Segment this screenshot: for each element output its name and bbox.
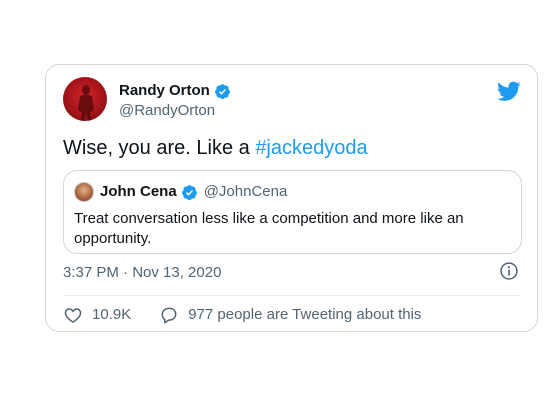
quoted-author-row: John Cena @JohnCena xyxy=(100,183,287,201)
like-count: 10.9K xyxy=(92,306,132,323)
info-icon[interactable] xyxy=(499,261,519,281)
divider xyxy=(63,295,520,296)
twitter-bird-icon[interactable] xyxy=(497,79,521,103)
like-action[interactable]: 10.9K xyxy=(63,305,131,325)
quoted-author-avatar xyxy=(74,182,94,202)
tweet-actions: 10.9K 977 people are Tweeting about this xyxy=(63,305,421,325)
verified-badge-icon xyxy=(181,184,197,200)
hashtag-link[interactable]: #jackedyoda xyxy=(255,137,367,159)
conversation-text[interactable]: 977 people are Tweeting about this xyxy=(188,306,421,324)
tweet-text-body: Wise, you are. Like a xyxy=(63,137,256,159)
avatar-silhouette-icon xyxy=(78,85,94,121)
tweet-card[interactable]: Randy Orton @RandyOrton Wise, you are. L… xyxy=(45,64,538,332)
quoted-author-name: John Cena xyxy=(100,183,177,200)
author-name[interactable]: Randy Orton xyxy=(119,82,210,100)
author-avatar[interactable] xyxy=(63,77,107,121)
quoted-tweet-text: Treat conversation less like a competiti… xyxy=(74,210,464,247)
author-handle[interactable]: @RandyOrton xyxy=(119,102,215,120)
author-name-row[interactable]: Randy Orton xyxy=(119,82,231,100)
verified-badge-icon xyxy=(214,83,230,99)
tweet-timestamp[interactable]: 3:37 PM · Nov 13, 2020 xyxy=(63,264,221,282)
conversation-action[interactable]: 977 people are Tweeting about this xyxy=(159,305,421,325)
quoted-tweet-card[interactable]: John Cena @JohnCena Treat conversation l… xyxy=(63,170,522,254)
tweet-text: Wise, you are. Like a #jackedyoda xyxy=(63,135,368,161)
speech-bubble-icon[interactable] xyxy=(159,305,179,325)
quoted-author-handle: @JohnCena xyxy=(203,183,288,200)
heart-icon[interactable] xyxy=(63,305,83,325)
